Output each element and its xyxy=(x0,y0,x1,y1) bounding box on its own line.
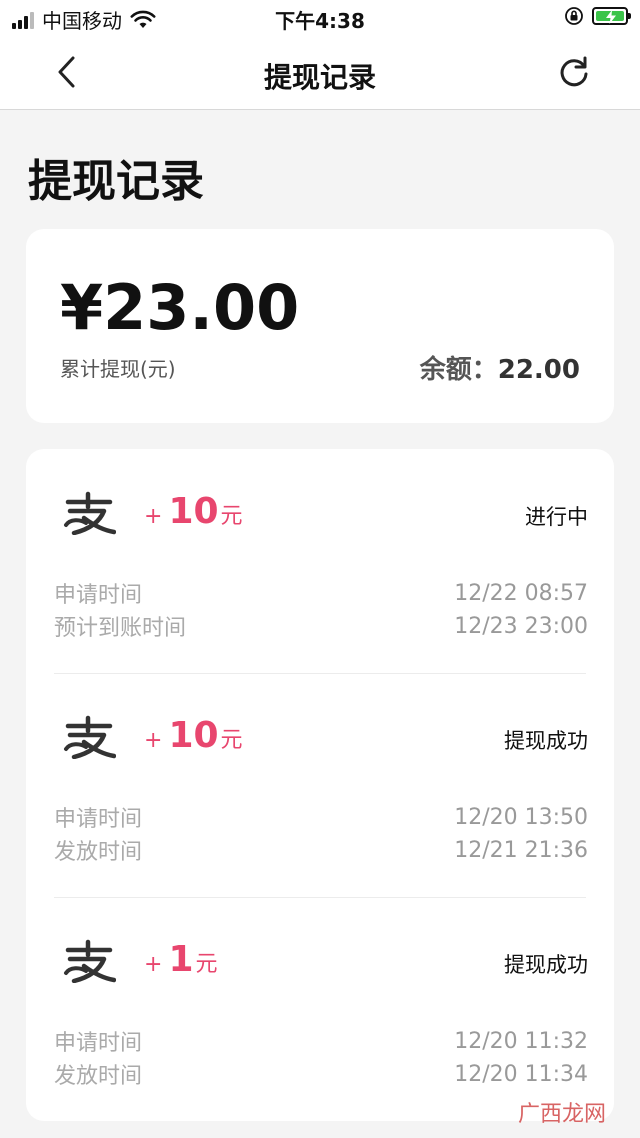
summary-card: ¥23.00 累计提现(元) 余额：22.00 xyxy=(26,229,614,423)
refresh-button[interactable] xyxy=(552,50,596,94)
detail-label: 申请时间 xyxy=(54,583,143,608)
status-time: 下午4:38 xyxy=(275,9,365,33)
alipay-icon xyxy=(64,491,116,535)
alipay-icon xyxy=(64,715,116,759)
detail-label: 发放时间 xyxy=(54,840,143,865)
watermark: 广西龙网 xyxy=(517,1102,606,1127)
list-item[interactable]: +1 元 提现成功 申请时间 12/20 11:32 发放时间 12/20 11:… xyxy=(26,897,614,1121)
record-amount: +10 元 xyxy=(144,715,243,756)
detail-label: 预计到账时间 xyxy=(54,616,187,641)
total-withdrawn-amount: ¥23.00 xyxy=(60,271,300,344)
charging-bolt-icon xyxy=(606,10,616,24)
detail-row: 申请时间 12/20 13:50 xyxy=(54,801,588,833)
amount-plus-sign: + xyxy=(144,952,163,977)
status-badge: 提现成功 xyxy=(504,953,588,977)
list-item[interactable]: +10 元 提现成功 申请时间 12/20 13:50 发放时间 12/21 21… xyxy=(26,673,614,897)
record-amount: +10 元 xyxy=(144,491,243,532)
balance: 余额：22.00 xyxy=(420,349,580,386)
list-item[interactable]: +10 元 进行中 申请时间 12/22 08:57 预计到账时间 12/23 2… xyxy=(26,449,614,673)
detail-row: 预计到账时间 12/23 23:00 xyxy=(54,610,588,642)
amount-plus-sign: + xyxy=(144,504,163,529)
amount-plus-sign: + xyxy=(144,728,163,753)
status-right xyxy=(564,6,631,26)
withdrawal-records-list: +10 元 进行中 申请时间 12/22 08:57 预计到账时间 12/23 2… xyxy=(26,449,614,1121)
detail-label: 申请时间 xyxy=(54,807,143,832)
amount-value: 10 xyxy=(168,715,219,756)
detail-row: 申请时间 12/22 08:57 xyxy=(54,577,588,609)
battery-icon xyxy=(592,7,631,25)
status-badge: 进行中 xyxy=(525,505,588,529)
refresh-icon xyxy=(560,56,588,87)
alipay-icon xyxy=(64,939,116,983)
detail-value: 12/23 23:00 xyxy=(454,613,588,639)
nav-bar: 提现记录 xyxy=(0,36,640,110)
orientation-lock-icon xyxy=(565,7,583,25)
amount-value: 1 xyxy=(168,939,194,980)
amount-unit: 元 xyxy=(195,952,218,977)
amount-value: 10 xyxy=(168,491,219,532)
detail-value: 12/22 08:57 xyxy=(454,580,588,606)
status-badge: 提现成功 xyxy=(504,729,588,753)
amount-unit: 元 xyxy=(220,504,243,529)
page-title: 提现记录 xyxy=(28,156,204,207)
detail-label: 发放时间 xyxy=(54,1064,143,1089)
detail-row: 发放时间 12/21 21:36 xyxy=(54,834,588,866)
record-amount: +1 元 xyxy=(144,939,218,980)
status-bar: 中国移动 下午4:38 xyxy=(0,0,640,36)
detail-value: 12/21 21:36 xyxy=(454,837,588,863)
nav-title: 提现记录 xyxy=(263,61,376,94)
detail-value: 12/20 11:34 xyxy=(454,1061,588,1087)
balance-value: 22.00 xyxy=(497,355,580,385)
total-withdrawn-label: 累计提现(元) xyxy=(60,357,176,381)
detail-row: 发放时间 12/20 11:34 xyxy=(54,1058,588,1090)
balance-label: 余额： xyxy=(419,355,498,385)
amount-unit: 元 xyxy=(220,728,243,753)
detail-row: 申请时间 12/20 11:32 xyxy=(54,1025,588,1057)
detail-value: 12/20 13:50 xyxy=(454,804,588,830)
detail-label: 申请时间 xyxy=(54,1031,143,1056)
detail-value: 12/20 11:32 xyxy=(454,1028,588,1054)
